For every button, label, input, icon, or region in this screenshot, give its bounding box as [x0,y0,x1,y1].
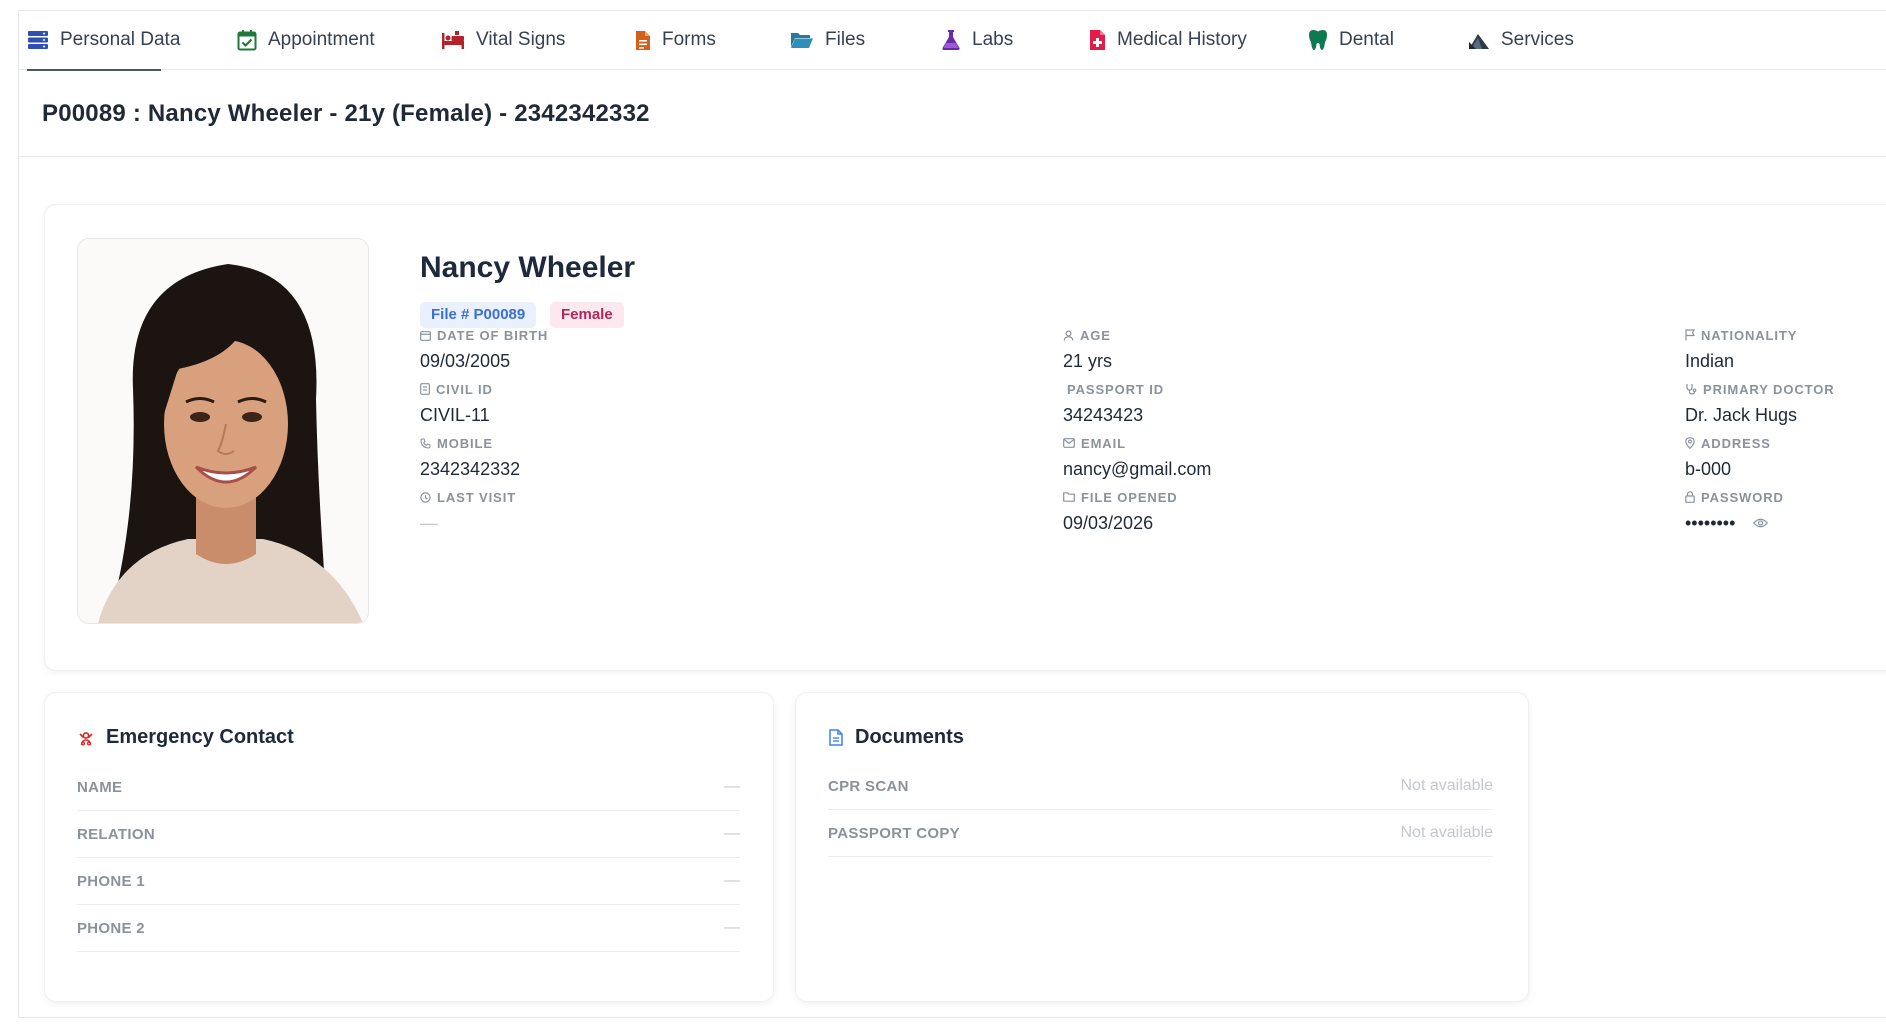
tab-label: Medical History [1117,29,1247,50]
emergency-row-phone-1: PHONE 1 — [77,858,740,905]
documents-card: Documents CPR SCAN Not available PASSPOR… [795,692,1529,1002]
field-password: PASSWORD •••••••• [1685,489,1784,533]
tab-dental[interactable]: Dental [1308,11,1394,69]
last-visit-value: — [420,512,438,533]
field-nationality: NATIONALITY Indian [1685,327,1798,371]
emergency-row-relation: RELATION — [77,811,740,858]
document-row-cpr-scan: CPR SCAN Not available [828,763,1493,810]
email-value: nancy@gmail.com [1063,458,1212,479]
tab-vital-signs[interactable]: Vital Signs [441,11,565,69]
primary-doctor-value: Dr. Jack Hugs [1685,404,1798,425]
field-date-of-birth: DATE OF BIRTH 09/03/2005 [420,327,549,371]
file-opened-value: 09/03/2026 [1063,512,1154,533]
lock-icon [1685,491,1695,503]
tab-services[interactable]: Services [1468,11,1574,69]
tooth-icon [1309,30,1327,50]
mail-icon [1063,438,1075,448]
app-frame: Personal Data Appointment Vital Signs Fo… [18,10,1886,1018]
gender-badge: Female [550,302,624,328]
tab-files[interactable]: Files [790,11,865,69]
field-primary-doctor: PRIMARY DOCTOR Dr. Jack Hugs [1685,381,1835,425]
emergency-row-phone-2: PHONE 2 — [77,905,740,952]
server-stack-icon [28,31,48,49]
user-icon [1063,329,1074,341]
tab-bar: Personal Data Appointment Vital Signs Fo… [19,11,1886,71]
document-icon [636,30,650,50]
tab-label: Dental [1339,29,1394,50]
clock-icon [420,491,431,503]
field-mobile: MOBILE 2342342332 [420,435,521,479]
tab-label: Appointment [268,29,375,50]
hospital-bed-icon [442,31,464,49]
age-value: 21 yrs [1063,350,1113,371]
stethoscope-icon [1686,384,1697,395]
emergency-contact-title: Emergency Contact [106,726,294,748]
passport-id-value: 34243423 [1063,404,1144,425]
id-card-icon [420,383,430,395]
tab-forms[interactable]: Forms [635,11,716,69]
phone-icon [420,437,431,449]
password-value: •••••••• [1685,512,1736,533]
emergency-contact-card: Emergency Contact NAME — RELATION — PHON… [44,692,774,1002]
tab-appointment[interactable]: Appointment [237,11,375,69]
tab-label: Services [1501,29,1574,50]
medical-file-icon [1090,30,1105,50]
map-pin-icon [1685,437,1695,449]
document-text-icon [829,729,843,746]
nationality-value: Indian [1685,350,1735,371]
tab-personal-data[interactable]: Personal Data [27,11,180,71]
page-title: P00089 : Nancy Wheeler - 21y (Female) - … [42,100,650,127]
calendar-icon [420,330,431,341]
field-civil-id: CIVIL ID CIVIL-11 [420,381,493,425]
tab-label: Labs [972,29,1014,50]
documents-title: Documents [855,726,964,748]
field-passport-id: PASSPORT ID 34243423 [1063,381,1165,425]
profile-card: Nancy Wheeler File # P00089 Female DATE … [44,204,1886,671]
mobile-value: 2342342332 [420,458,521,479]
folder-open-icon [791,33,813,48]
folder-icon [1063,492,1075,502]
tab-medical-history[interactable]: Medical History [1089,11,1247,69]
civil-id-value: CIVIL-11 [420,404,490,425]
tab-labs[interactable]: Labs [941,11,1013,69]
patient-header: P00089 : Nancy Wheeler - 21y (Female) - … [19,70,1886,157]
file-number-badge: File # P00089 [420,302,537,328]
tab-label: Personal Data [60,29,181,50]
show-password-eye-icon[interactable] [1753,518,1769,528]
patient-name: Nancy Wheeler [420,251,636,284]
services-icon [1469,34,1489,49]
patient-photo [77,238,369,624]
flask-icon [942,30,960,50]
tab-label: Files [825,29,866,50]
tab-label: Forms [662,29,716,50]
flag-icon [1685,329,1695,341]
dob-value: 09/03/2005 [420,350,511,371]
field-last-visit: LAST VISIT — [420,489,517,533]
field-address: ADDRESS b-000 [1685,435,1771,479]
emergency-row-name: NAME — [77,764,740,811]
calendar-check-icon [237,30,257,51]
field-email: EMAIL nancy@gmail.com [1063,435,1212,479]
field-file-opened: FILE OPENED 09/03/2026 [1063,489,1178,533]
tab-label: Vital Signs [476,29,566,50]
emergency-contact-icon [79,731,93,746]
field-age: AGE 21 yrs [1063,327,1113,371]
address-value: b-000 [1685,458,1732,479]
document-row-passport-copy: PASSPORT COPY Not available [828,810,1493,857]
portrait-illustration [78,239,368,623]
